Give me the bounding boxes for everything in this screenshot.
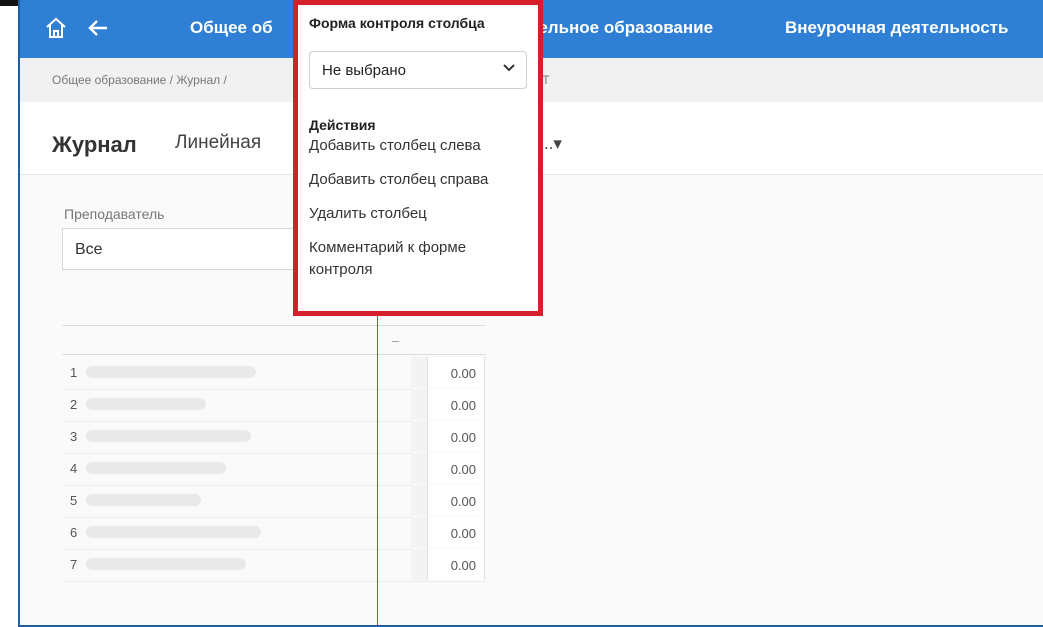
average-cell: 0.00 xyxy=(427,421,485,452)
student-name-redacted xyxy=(86,462,226,474)
tab-linear[interactable]: Линейная xyxy=(175,132,261,154)
back-arrow-icon[interactable] xyxy=(84,14,112,42)
table-row[interactable]: 1 0.00 xyxy=(62,357,486,390)
average-cell: 0.00 xyxy=(427,517,485,548)
app-window: Общее об тельное образование Внеурочная … xyxy=(18,0,1043,627)
add-column-left-action[interactable]: Добавить столбец слева xyxy=(309,135,481,156)
table-row[interactable]: 5 0.00 xyxy=(62,485,486,518)
student-name-redacted xyxy=(86,558,246,570)
student-name-redacted xyxy=(86,526,261,538)
row-number: 2 xyxy=(70,397,78,412)
nav-general-education[interactable]: Общее об xyxy=(190,18,273,38)
table-row[interactable]: 2 0.00 xyxy=(62,389,486,422)
row-number: 6 xyxy=(70,525,78,540)
popup-title: Форма контроля столбца xyxy=(309,15,485,31)
row-number: 3 xyxy=(70,429,78,444)
table-row[interactable]: 3 0.00 xyxy=(62,421,486,454)
breadcrumb-path[interactable]: Общее образование / Журнал / xyxy=(52,73,227,87)
average-cell: 0.00 xyxy=(427,453,485,484)
table-row[interactable]: 4 0.00 xyxy=(62,453,486,486)
row-number: 4 xyxy=(70,461,78,476)
control-form-select[interactable]: Не выбрано xyxy=(309,51,527,89)
home-icon[interactable] xyxy=(42,14,70,42)
student-name-redacted xyxy=(86,398,206,410)
column-header-dash: – xyxy=(392,333,400,348)
control-form-comment-action[interactable]: Комментарий к форме xyxy=(309,237,466,258)
teacher-select-value: Все xyxy=(75,241,103,258)
teacher-select[interactable]: Все xyxy=(62,228,302,270)
grade-sheet: – 1 0.00 2 0.00 3 0.00 4 0.00 5 0.00 6 0… xyxy=(62,325,486,625)
add-column-right-action[interactable]: Добавить столбец справа xyxy=(309,169,488,190)
average-cell: 0.00 xyxy=(427,357,485,388)
delete-column-action[interactable]: Удалить столбец xyxy=(309,203,427,224)
control-form-comment-action-line2[interactable]: контроля xyxy=(309,259,372,280)
header-divider-2 xyxy=(62,354,486,355)
selected-column-marker xyxy=(377,315,378,625)
row-number: 5 xyxy=(70,493,78,508)
student-name-redacted xyxy=(86,430,251,442)
average-cell: 0.00 xyxy=(427,485,485,516)
table-row[interactable]: 7 0.00 xyxy=(62,549,486,582)
actions-heading: Действия xyxy=(309,117,376,133)
table-row[interactable]: 6 0.00 xyxy=(62,517,486,550)
student-name-redacted xyxy=(86,366,256,378)
column-menu-popup: Форма контроля столбца Не выбрано Действ… xyxy=(293,0,543,316)
student-name-redacted xyxy=(86,494,201,506)
header-divider xyxy=(62,325,486,326)
teacher-filter-label: Преподаватель xyxy=(64,206,165,222)
average-cell: 0.00 xyxy=(427,549,485,580)
page-title: Журнал xyxy=(52,132,137,157)
nav-additional-education[interactable]: тельное образование xyxy=(530,18,713,38)
control-form-value: Не выбрано xyxy=(322,62,406,79)
nav-extracurricular[interactable]: Внеурочная деятельность xyxy=(785,18,1008,38)
chevron-down-icon xyxy=(502,60,516,77)
row-number: 7 xyxy=(70,557,78,572)
row-number: 1 xyxy=(70,365,78,380)
average-cell: 0.00 xyxy=(427,389,485,420)
